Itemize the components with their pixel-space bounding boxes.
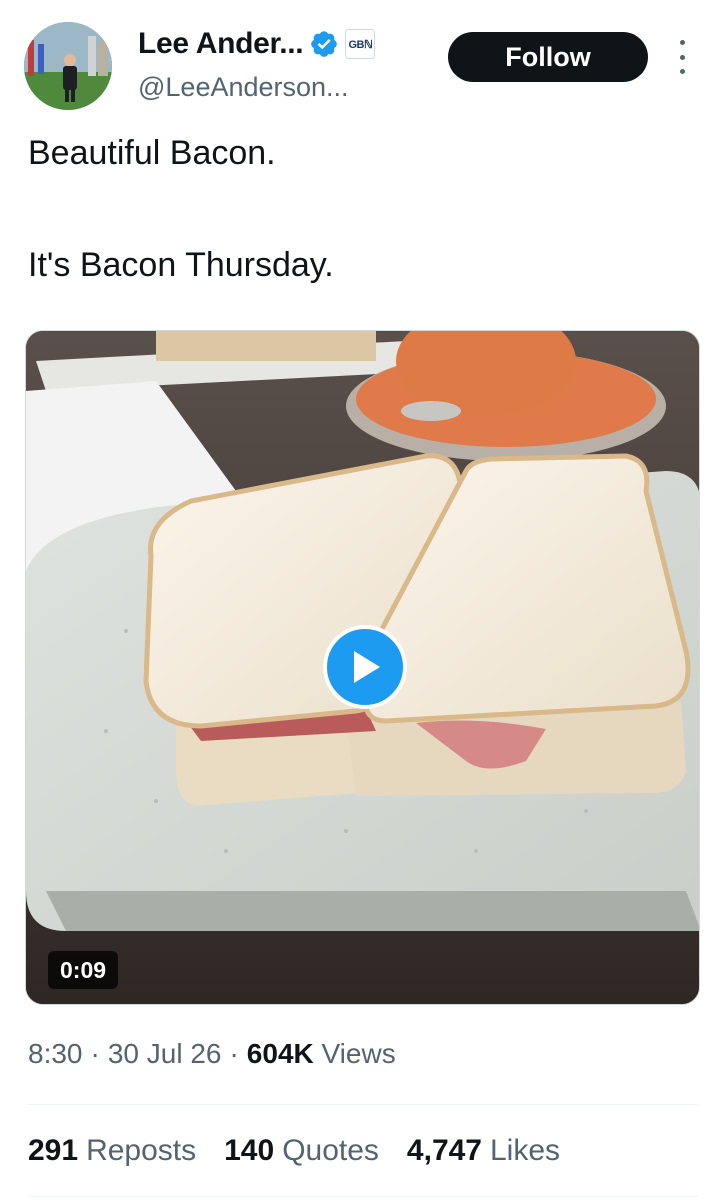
affiliate-badge[interactable]: GBℕ	[345, 29, 376, 59]
reposts-stat[interactable]: 291 Reposts	[28, 1134, 196, 1168]
tweet-date[interactable]: 30 Jul 26	[108, 1038, 222, 1070]
video-player[interactable]: 0:09	[25, 330, 700, 1005]
more-options-icon[interactable]	[670, 40, 694, 74]
avatar-photo	[24, 22, 112, 110]
likes-count: 4,747	[406, 1134, 482, 1167]
divider	[28, 1196, 698, 1197]
meta-separator: ·	[229, 1038, 239, 1069]
divider	[28, 1104, 698, 1105]
verified-badge-icon[interactable]	[309, 29, 339, 59]
reposts-count: 291	[28, 1134, 79, 1167]
reposts-label: Reposts	[86, 1134, 197, 1167]
author-handle[interactable]: @LeeAnderson...	[138, 72, 349, 103]
tweet-meta: 8:30 · 30 Jul 26 · 604K Views	[28, 1038, 396, 1070]
engagement-stats: 291 Reposts 140 Quotes 4,747 Likes	[28, 1134, 560, 1168]
tweet-time[interactable]: 8:30	[28, 1038, 83, 1070]
video-duration: 0:09	[48, 951, 119, 989]
tweet-header: Lee Ander... GBℕ @LeeAnderson... Follow	[0, 0, 726, 120]
author-display-name[interactable]: Lee Ander...	[138, 27, 304, 61]
more-dot	[679, 69, 685, 74]
views: 604K Views	[247, 1038, 396, 1070]
quotes-label: Quotes	[282, 1134, 379, 1167]
author-name-row: Lee Ander... GBℕ	[138, 26, 376, 62]
more-dot	[679, 40, 685, 45]
play-icon	[354, 651, 380, 683]
quotes-stat[interactable]: 140 Quotes	[224, 1134, 379, 1168]
avatar[interactable]	[24, 22, 112, 110]
meta-separator: ·	[90, 1038, 100, 1069]
quotes-count: 140	[224, 1134, 275, 1167]
views-count: 604K	[246, 1038, 314, 1069]
tweet-text-line: It's Bacon Thursday.	[28, 246, 334, 284]
views-label: Views	[321, 1038, 396, 1069]
likes-stat[interactable]: 4,747 Likes	[407, 1134, 560, 1168]
tweet-text-line: Beautiful Bacon.	[28, 134, 276, 172]
likes-label: Likes	[490, 1134, 561, 1167]
follow-button[interactable]: Follow	[448, 32, 648, 82]
play-button[interactable]	[323, 625, 407, 709]
more-dot	[679, 54, 685, 60]
